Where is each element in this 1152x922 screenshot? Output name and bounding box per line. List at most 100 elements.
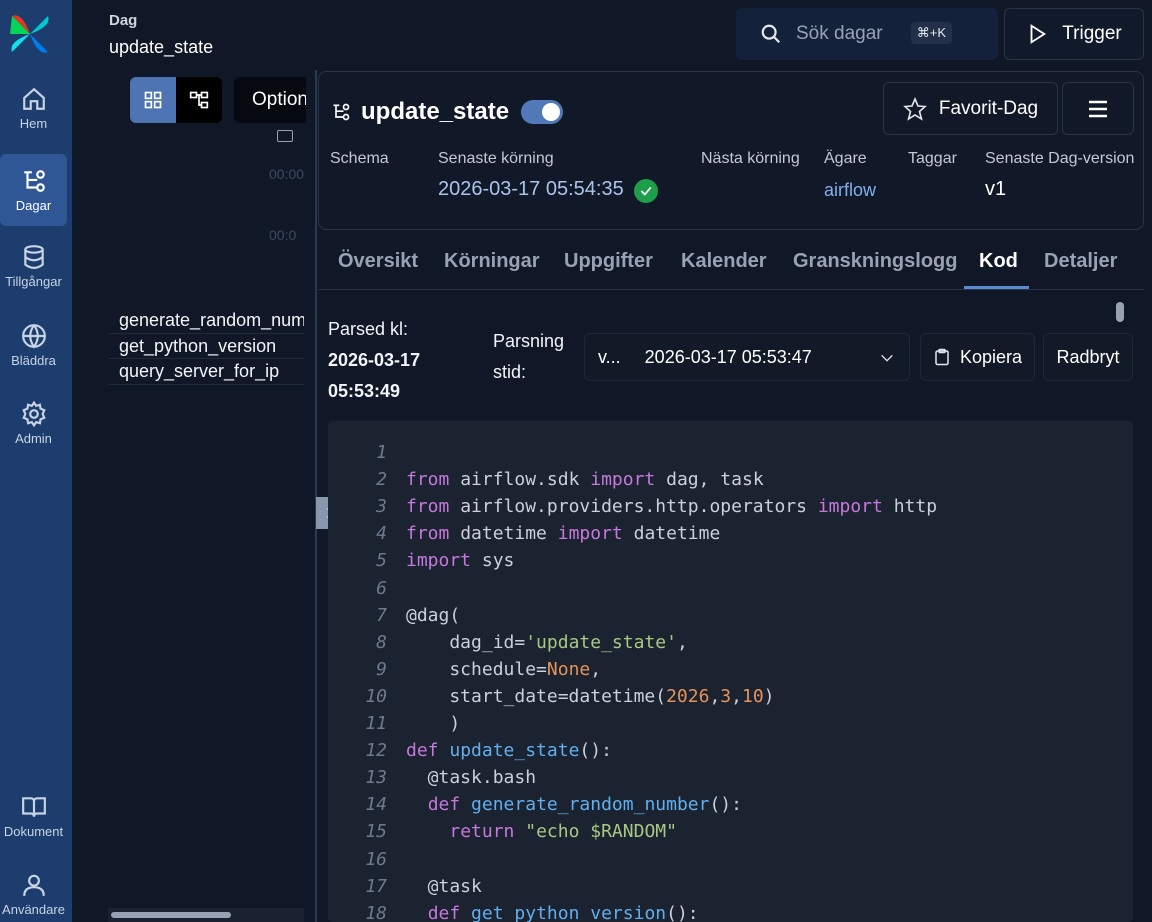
dag-version-select[interactable]: v... 2026-03-17 05:53:47 <box>584 333 910 381</box>
options-button[interactable]: Options <box>234 77 306 123</box>
tab-overview[interactable]: Översikt <box>338 250 418 273</box>
user-icon <box>22 874 45 896</box>
database-icon <box>23 244 44 269</box>
code-viewer[interactable]: 1 2 from airflow.sdk import dag, task 3 from… <box>328 421 1133 922</box>
line-number: 5 <box>376 550 387 572</box>
code-line: 5 import sys <box>328 547 514 574</box>
tab-code[interactable]: Kod <box>979 250 1018 273</box>
code-line: 17 @task <box>328 873 482 900</box>
dag-menu-button[interactable] <box>1062 82 1134 135</box>
line-number: 18 <box>365 902 387 922</box>
scrollbar-thumb[interactable] <box>111 912 231 918</box>
code-text: import sys <box>406 550 515 572</box>
clipboard-icon <box>935 348 949 366</box>
code-line: 15 return "echo $RANDOM" <box>328 818 677 845</box>
nav-label: Admin <box>15 430 52 446</box>
next-run-label: Nästa körning <box>701 150 800 167</box>
code-line: 10 start_date=datetime(2026,3,10) <box>328 683 774 710</box>
trigger-button[interactable]: Trigger <box>1004 8 1144 60</box>
code-line: 18 def get_python_version(): <box>328 900 698 922</box>
breadcrumb-dag-name[interactable]: update_state <box>109 37 213 58</box>
dag-icon <box>333 103 350 121</box>
code-line: 13 @task.bash <box>328 764 536 791</box>
graph-view-button[interactable] <box>176 77 222 123</box>
search-shortcut: ⌘+K <box>910 22 952 44</box>
vertical-scrollbar-thumb[interactable] <box>1116 302 1124 322</box>
tab-details[interactable]: Detaljer <box>1044 250 1117 273</box>
chevron-down-icon <box>881 354 893 362</box>
view-toggle <box>130 77 222 123</box>
line-number: 12 <box>365 740 387 762</box>
tags-label: Taggar <box>908 150 957 167</box>
code-text: @dag( <box>406 604 461 626</box>
parsing-time: Parsning stid: <box>493 326 564 388</box>
dag-version-label: Senaste Dag-version <box>985 150 1135 167</box>
nav-item-docs[interactable]: Dokument <box>0 780 67 852</box>
last-run-value: 2026-03-17 05:54:35 <box>438 178 658 203</box>
copy-button[interactable]: Kopiera <box>920 333 1035 381</box>
dag-title: update_state <box>331 98 564 126</box>
tab-audit-log[interactable]: Granskningslogg <box>793 250 957 273</box>
favorite-dag-button[interactable]: Favorit-Dag <box>883 82 1058 135</box>
book-icon <box>21 796 46 817</box>
dag-version-value: v1 <box>985 178 1007 200</box>
nav-item-home[interactable]: Hem <box>0 72 67 144</box>
task-item[interactable]: get_python_version <box>108 334 304 359</box>
line-number: 15 <box>365 821 387 843</box>
graph-icon <box>189 91 209 109</box>
grid-icon <box>144 91 162 109</box>
star-icon <box>902 96 927 121</box>
parsed-at-time: 05:53:49 <box>328 381 401 401</box>
parsing-time-label-2: stid: <box>493 362 527 382</box>
code-line: 4 from datetime import datetime <box>328 520 720 547</box>
nav-item-dags[interactable]: Dagar <box>0 154 67 226</box>
code-line: 7 @dag( <box>328 602 460 629</box>
dag-icon <box>23 169 45 192</box>
tab-tasks[interactable]: Uppgifter <box>564 250 653 273</box>
code-text: def generate_random_number(): <box>427 794 742 816</box>
tab-runs[interactable]: Körningar <box>444 250 540 273</box>
parsed-at-date: 2026-03-17 <box>328 350 421 370</box>
code-text: schedule=None, <box>406 658 602 680</box>
left-navigation: Hem Dagar Tillgångar Bläddra Admin Dokum… <box>0 0 72 922</box>
line-number: 13 <box>365 767 387 789</box>
search-dags-button[interactable]: Sök dagar ⌘+K <box>736 8 998 60</box>
parsed-at: Parsed kl: 2026-03-17 05:53:49 <box>328 314 420 407</box>
nav-item-browse[interactable]: Bläddra <box>0 309 67 381</box>
owner-link[interactable]: airflow <box>824 180 876 201</box>
breadcrumb-label: Dag <box>109 12 138 29</box>
grid-view-button[interactable] <box>130 77 176 123</box>
code-line: 14 def generate_random_number(): <box>328 791 742 818</box>
horizontal-scrollbar[interactable] <box>108 908 304 922</box>
code-text: return "echo $RANDOM" <box>449 821 677 843</box>
code-text: from airflow.providers.http.operators im… <box>406 496 938 518</box>
line-number: 17 <box>365 875 387 897</box>
nav-label: Tillgångar <box>5 273 62 289</box>
task-list: generate_random_number get_python_versio… <box>108 308 304 385</box>
line-number: 3 <box>376 496 387 518</box>
code-line: 8 dag_id='update_state', <box>328 629 688 656</box>
nav-item-user[interactable]: Användare <box>0 858 67 922</box>
tab-calendar[interactable]: Kalender <box>681 250 767 273</box>
active-tab-indicator <box>964 286 1029 289</box>
keyboard-icon[interactable] <box>277 130 293 142</box>
nav-item-admin[interactable]: Admin <box>0 387 67 459</box>
nav-label: Dokument <box>3 823 64 839</box>
code-line: 9 schedule=None, <box>328 656 601 683</box>
panel-divider[interactable] <box>315 70 317 922</box>
code-text: @task <box>406 875 482 897</box>
last-run-link[interactable]: 2026-03-17 05:54:35 <box>438 178 624 200</box>
parsed-at-label: Parsed kl: <box>328 319 409 339</box>
success-check-icon <box>633 179 658 203</box>
hamburger-menu-icon <box>1089 100 1107 117</box>
code-line: 2 from airflow.sdk import dag, task <box>328 466 764 493</box>
wrap-button[interactable]: Radbryt <box>1043 333 1133 381</box>
airflow-logo[interactable] <box>8 12 52 56</box>
nav-item-assets[interactable]: Tillgångar <box>0 230 67 302</box>
nav-label: Hem <box>19 115 48 131</box>
dag-pause-toggle[interactable] <box>521 100 564 124</box>
task-item[interactable]: generate_random_number <box>108 308 304 334</box>
task-item[interactable]: query_server_for_ip <box>108 359 304 385</box>
owner-label: Ägare <box>824 150 867 167</box>
search-placeholder: Sök dagar <box>796 23 883 44</box>
